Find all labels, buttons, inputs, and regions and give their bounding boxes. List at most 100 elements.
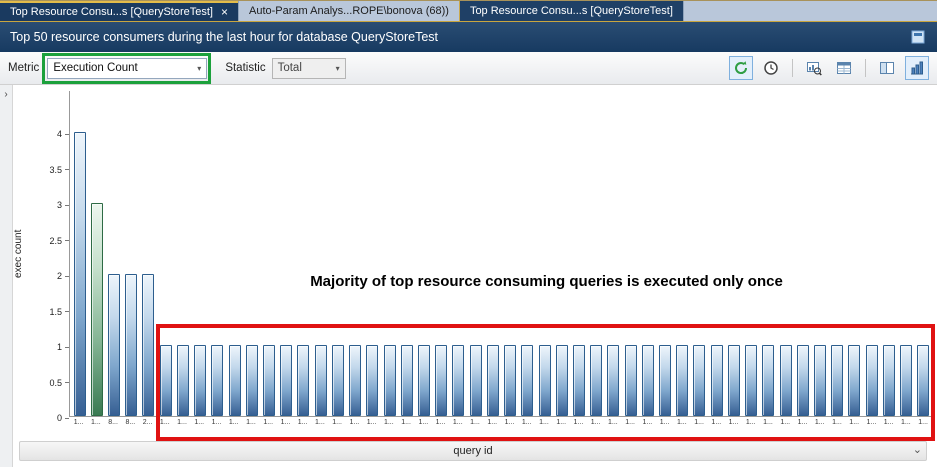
x-tick-label: 1... [363, 419, 380, 433]
pane-title-bar: Top 50 resource consumers during the las… [0, 22, 937, 52]
bar[interactable] [745, 345, 757, 416]
y-tick: 0 [57, 413, 69, 423]
bar[interactable] [470, 345, 482, 416]
tab-label: Auto-Param Analys...ROPE\bonova (68)) [249, 5, 449, 17]
bar[interactable] [349, 345, 361, 416]
bar[interactable] [883, 345, 895, 416]
bar[interactable] [711, 345, 723, 416]
table-view-icon [836, 60, 852, 76]
expand-right-icon: › [4, 89, 7, 100]
bar[interactable] [728, 345, 740, 416]
bar[interactable] [384, 345, 396, 416]
bar[interactable] [625, 345, 637, 416]
bar[interactable] [108, 274, 120, 416]
bar-slot [691, 345, 708, 416]
bar[interactable] [366, 345, 378, 416]
bar[interactable] [762, 345, 774, 416]
bar[interactable] [297, 345, 309, 416]
chart-toolbar: Metric Execution Count ▾ Statistic Total… [0, 52, 937, 85]
x-tick-label: 1... [673, 419, 690, 433]
bar[interactable] [142, 274, 154, 416]
x-axis-dropdown[interactable]: ⌄ [913, 443, 922, 456]
bar[interactable] [814, 345, 826, 416]
bar[interactable] [693, 345, 705, 416]
bar[interactable] [573, 345, 585, 416]
bar[interactable] [866, 345, 878, 416]
x-axis-title: query id [453, 445, 492, 457]
x-tick-label: 1... [690, 419, 707, 433]
bar[interactable] [780, 345, 792, 416]
toolbar-separator [792, 59, 793, 77]
bar[interactable] [280, 345, 292, 416]
bar[interactable] [263, 345, 275, 416]
bar[interactable] [246, 345, 258, 416]
bar-slot [743, 345, 760, 416]
bar[interactable] [797, 345, 809, 416]
bar-slot [415, 345, 432, 416]
bar-slot [777, 345, 794, 416]
bar[interactable] [452, 345, 464, 416]
bar[interactable] [539, 345, 551, 416]
tab-label: Top Resource Consu...s [QueryStoreTest] [470, 5, 673, 17]
bar[interactable] [659, 345, 671, 416]
bar[interactable] [642, 345, 654, 416]
y-tick: 3 [57, 200, 69, 210]
x-tick-label: 1... [863, 419, 880, 433]
bar[interactable] [418, 345, 430, 416]
plot-area: Majority of top resource consuming queri… [69, 91, 933, 417]
split-view-button[interactable] [875, 56, 899, 80]
bar[interactable] [160, 345, 172, 416]
bar[interactable] [676, 345, 688, 416]
bar[interactable] [831, 345, 843, 416]
bar[interactable] [74, 132, 86, 416]
bar[interactable] [315, 345, 327, 416]
x-tick-label: 1... [484, 419, 501, 433]
bar-slot [450, 345, 467, 416]
tab-top-resource-consumers-2[interactable]: Top Resource Consu...s [QueryStoreTest] [459, 1, 684, 21]
bar[interactable] [194, 345, 206, 416]
bar[interactable] [504, 345, 516, 416]
x-tick-label: 1... [87, 419, 104, 433]
bar[interactable] [401, 345, 413, 416]
bar[interactable] [229, 345, 241, 416]
x-tick-label: 1... [346, 419, 363, 433]
tab-top-resource-consumers-active[interactable]: Top Resource Consu...s [QueryStoreTest] … [0, 1, 238, 21]
bar[interactable] [917, 345, 929, 416]
bar-slot [570, 345, 587, 416]
tab-auto-param-analysis[interactable]: Auto-Param Analys...ROPE\bonova (68)) [238, 1, 459, 21]
time-settings-button[interactable] [759, 56, 783, 80]
bar[interactable] [848, 345, 860, 416]
bar[interactable] [435, 345, 447, 416]
close-icon[interactable]: × [221, 6, 228, 18]
chart-zoom-button[interactable] [802, 56, 826, 80]
bar[interactable] [521, 345, 533, 416]
bar-slot [484, 345, 501, 416]
bar-highlighted[interactable] [91, 203, 103, 416]
x-tick-label: 1... [535, 419, 552, 433]
bar[interactable] [211, 345, 223, 416]
y-tick: 4 [57, 129, 69, 139]
x-tick-label: 1... [742, 419, 759, 433]
bar[interactable] [900, 345, 912, 416]
bar[interactable] [590, 345, 602, 416]
bar[interactable] [487, 345, 499, 416]
refresh-button[interactable] [729, 56, 753, 80]
clock-icon [763, 60, 779, 76]
bar[interactable] [556, 345, 568, 416]
bar[interactable] [607, 345, 619, 416]
x-tick-label: 1... [260, 419, 277, 433]
chevron-down-icon: ▾ [197, 64, 201, 73]
table-view-button[interactable] [832, 56, 856, 80]
metric-value: Execution Count [53, 62, 137, 74]
statistic-dropdown[interactable]: Total ▾ [272, 58, 346, 79]
metric-dropdown[interactable]: Execution Count ▾ [47, 58, 207, 79]
bar-chart-view-button[interactable] [905, 56, 929, 80]
bar[interactable] [177, 345, 189, 416]
x-tick-label: 1... [914, 419, 931, 433]
collapsed-panel-expander[interactable]: › [0, 85, 13, 467]
x-tick-label: 1... [415, 419, 432, 433]
bar[interactable] [332, 345, 344, 416]
bar-slot [278, 345, 295, 416]
panel-icon[interactable] [909, 28, 927, 46]
bar[interactable] [125, 274, 137, 416]
